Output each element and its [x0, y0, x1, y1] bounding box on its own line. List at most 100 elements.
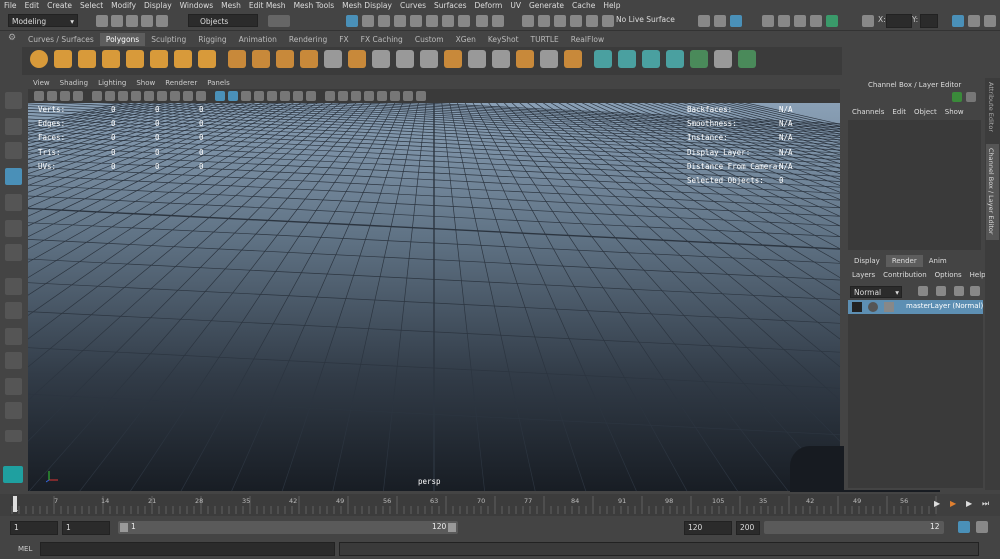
snap-to-view-plane-icon[interactable] — [570, 15, 582, 27]
snap-to-grid-icon[interactable] — [522, 15, 534, 27]
input-output-icon[interactable] — [698, 15, 710, 27]
range-bar[interactable]: 1 120 — [118, 521, 458, 534]
redo-icon[interactable] — [156, 15, 168, 27]
persp-graph-layout-icon[interactable] — [5, 352, 22, 369]
menu-select[interactable]: Select — [76, 1, 107, 10]
circularize-icon[interactable] — [540, 50, 558, 68]
smooth-icon[interactable] — [324, 50, 342, 68]
automatic-mapping-icon[interactable] — [666, 50, 684, 68]
select-camera-icon[interactable] — [34, 91, 44, 101]
motion-blur-icon[interactable] — [306, 91, 316, 101]
render-settings-icon[interactable] — [810, 15, 822, 27]
move-layer-down-icon[interactable] — [970, 286, 980, 296]
channel-menu-show[interactable]: Show — [941, 108, 968, 116]
menu-generate[interactable]: Generate — [525, 1, 568, 10]
cylindrical-mapping-icon[interactable] — [618, 50, 636, 68]
menu-windows[interactable]: Windows — [176, 1, 217, 10]
playback-end-field[interactable]: 120 — [684, 521, 732, 535]
shelf-tab-curves-surfaces[interactable]: Curves / Surfaces — [22, 33, 100, 46]
menu-edit-mesh[interactable]: Edit Mesh — [245, 1, 290, 10]
menu-create[interactable]: Create — [43, 1, 76, 10]
menu-mesh-tools[interactable]: Mesh Tools — [290, 1, 339, 10]
multi-cut-icon[interactable] — [420, 50, 438, 68]
wireframe-on-shaded-icon[interactable] — [241, 91, 251, 101]
pin-icon[interactable] — [952, 92, 962, 102]
modeling-toolkit-icon[interactable] — [952, 15, 964, 27]
channel-menu-edit[interactable]: Edit — [888, 108, 910, 116]
xray-icon[interactable] — [351, 91, 361, 101]
shelf-tab-keyshot[interactable]: KeyShot — [482, 33, 525, 46]
channel-box-tab[interactable]: Channel Box / Layer Editor — [987, 148, 995, 235]
select-by-handle-icon[interactable] — [346, 15, 358, 27]
persp-hypershade-layout-icon[interactable] — [5, 378, 22, 395]
panel-menu-panels[interactable]: Panels — [202, 78, 235, 89]
select-by-dynamic-icon[interactable] — [426, 15, 438, 27]
select-by-misc-icon[interactable] — [458, 15, 470, 27]
poly-plane-icon[interactable] — [126, 50, 144, 68]
panel-menu-shading[interactable]: Shading — [55, 78, 93, 89]
bevel-icon[interactable] — [396, 50, 414, 68]
film-gate-icon[interactable] — [131, 91, 141, 101]
create-layer-icon[interactable] — [918, 286, 928, 296]
secondary-range-bar[interactable]: 12 — [764, 521, 944, 534]
combine-icon[interactable] — [228, 50, 246, 68]
quad-draw-icon[interactable] — [516, 50, 534, 68]
start-time-field[interactable]: 1 — [10, 521, 58, 535]
exposure-icon[interactable] — [390, 91, 400, 101]
construction-history-icon[interactable] — [714, 15, 726, 27]
textured-icon[interactable] — [254, 91, 264, 101]
play-forward-icon[interactable]: ▶ — [950, 499, 960, 509]
menu-modify[interactable]: Modify — [107, 1, 140, 10]
shelf-tab-custom[interactable]: Custom — [409, 33, 450, 46]
menu-curves[interactable]: Curves — [396, 1, 430, 10]
step-to-end-icon[interactable]: ▶ — [966, 499, 976, 509]
layer-menu-options[interactable]: Options — [931, 271, 966, 279]
camera-based-selection-icon[interactable] — [862, 15, 874, 27]
lasso-tool-icon[interactable] — [5, 118, 22, 135]
attribute-editor-toggle-icon[interactable] — [968, 15, 980, 27]
menu-deform[interactable]: Deform — [470, 1, 506, 10]
menu-help[interactable]: Help — [599, 1, 624, 10]
layer-tab-display[interactable]: Display — [848, 255, 886, 267]
menu-display[interactable]: Display — [140, 1, 176, 10]
create-layer-from-selected-icon[interactable] — [936, 286, 946, 296]
poly-torus-icon[interactable] — [150, 50, 168, 68]
poly-cylinder-icon[interactable] — [78, 50, 96, 68]
select-by-deform-icon[interactable] — [410, 15, 422, 27]
paint-select-tool-icon[interactable] — [5, 142, 22, 159]
shelf-tab-rigging[interactable]: Rigging — [192, 33, 232, 46]
panel-menu-renderer[interactable]: Renderer — [160, 78, 202, 89]
safe-title-icon[interactable] — [196, 91, 206, 101]
rotate-tool-icon[interactable] — [5, 194, 22, 211]
outliner-layout-icon[interactable] — [5, 402, 22, 419]
workspace-dropdown[interactable]: Modeling ▾ — [8, 14, 78, 27]
move-layer-up-icon[interactable] — [954, 286, 964, 296]
master-layer-row[interactable]: masterLayer (Normal) — [848, 300, 983, 314]
layer-tab-anim[interactable]: Anim — [923, 255, 953, 267]
uv-editor-icon[interactable] — [690, 50, 708, 68]
anti-aliasing-icon[interactable] — [325, 91, 335, 101]
ambient-occlusion-icon[interactable] — [293, 91, 303, 101]
layer-render-icon[interactable] — [884, 302, 894, 312]
planar-mapping-icon[interactable] — [594, 50, 612, 68]
x-coordinate-field[interactable] — [886, 14, 912, 28]
channel-menu-object[interactable]: Object — [910, 108, 941, 116]
lock-selection-icon[interactable] — [476, 15, 488, 27]
shelf-tab-realflow[interactable]: RealFlow — [565, 33, 610, 46]
shelf-settings-icon[interactable]: ⚙ — [8, 33, 18, 75]
open-scene-icon[interactable] — [111, 15, 123, 27]
channel-box-toggle-icon[interactable] — [984, 15, 996, 27]
field-chart-icon[interactable] — [170, 91, 180, 101]
shelf-tab-rendering[interactable]: Rendering — [283, 33, 333, 46]
append-polygon-icon[interactable] — [492, 50, 510, 68]
y-coordinate-field[interactable] — [920, 14, 938, 28]
visibility-icon[interactable] — [868, 302, 878, 312]
smooth-shade-icon[interactable] — [228, 91, 238, 101]
render-current-frame-icon[interactable] — [778, 15, 790, 27]
hierarchy-mode-icon[interactable] — [268, 15, 290, 27]
render-clapper-icon[interactable] — [852, 302, 862, 312]
range-start-handle[interactable] — [120, 523, 128, 532]
hypershade-icon[interactable] — [826, 15, 838, 27]
scale-tool-icon[interactable] — [5, 220, 22, 237]
poly-pipe-icon[interactable] — [198, 50, 216, 68]
